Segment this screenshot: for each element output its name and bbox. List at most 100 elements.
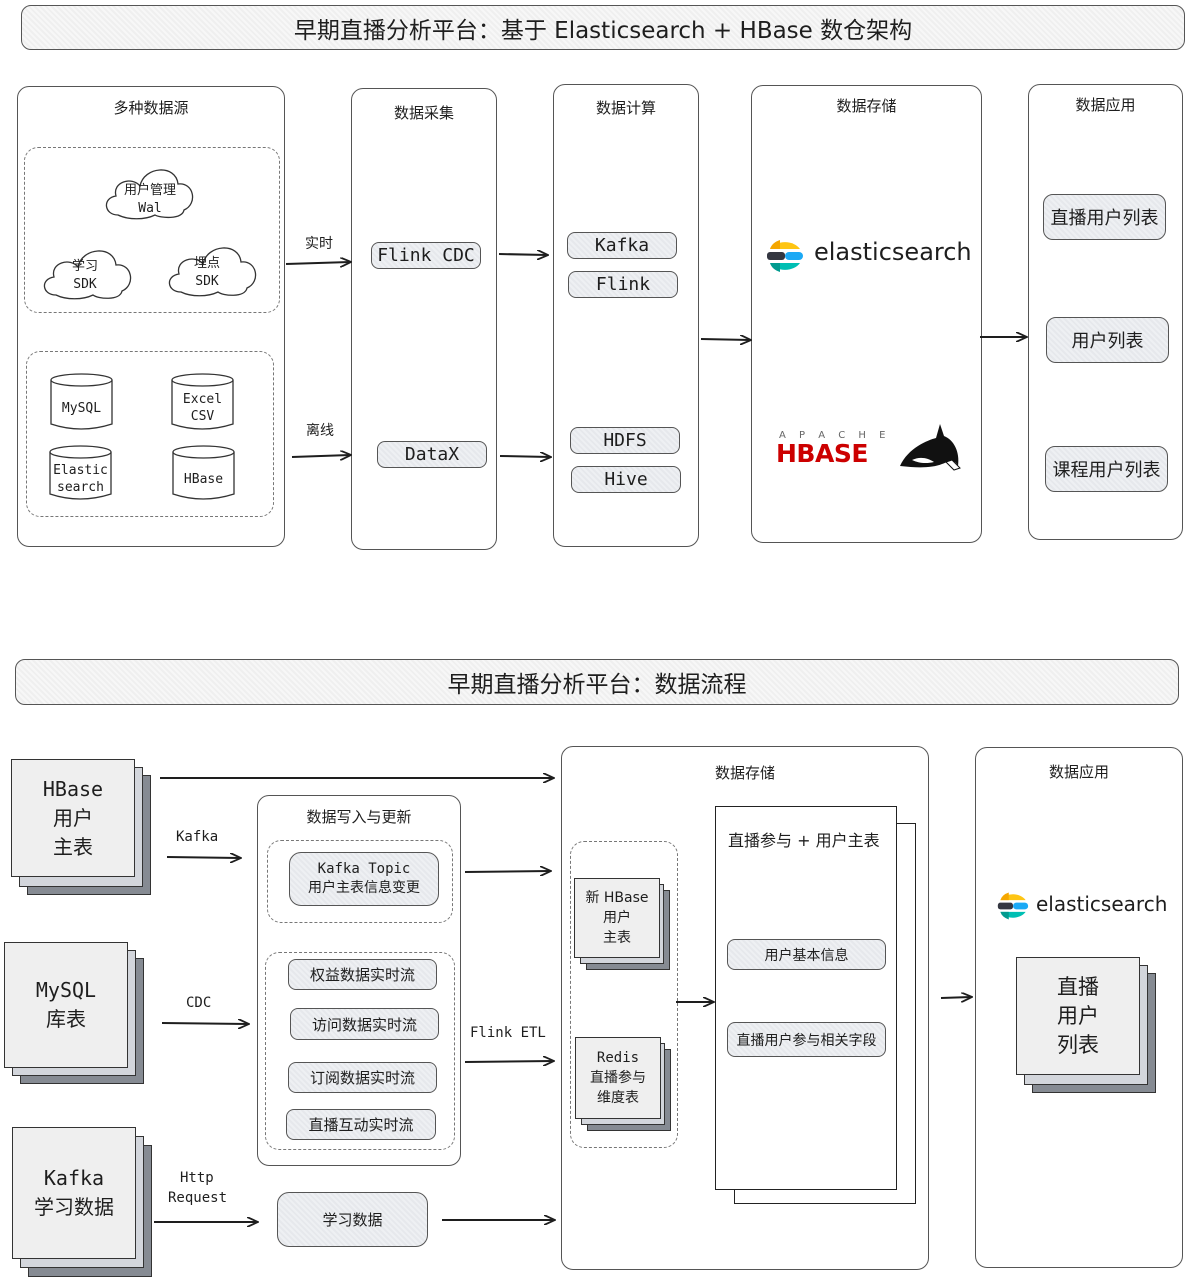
node-label: 用户基本信息 (764, 947, 849, 964)
arrow-storage-to-application (940, 997, 971, 998)
node-label: Flink CDC (377, 245, 475, 266)
cloud-tracking-sdk: 埋点 SDK (172, 255, 242, 291)
field-live-participation[interactable]: 直播用户参与相关字段 (727, 1022, 886, 1057)
source-kafka-learning: Kafka 学习数据 (12, 1127, 152, 1277)
db-hbase: HBase (172, 444, 235, 502)
result-live-user-list: 直播 用户 列表 (1016, 957, 1156, 1093)
label-http: Http (180, 1170, 214, 1186)
compute-title: 数据计算 (595, 99, 656, 117)
cloud-learning-sdk: 学习 SDK (50, 258, 120, 294)
stack-line1: 新 HBase (585, 890, 649, 906)
db-line2: search (57, 480, 104, 495)
app-course-user-list[interactable]: 课程用户列表 (1045, 446, 1168, 492)
stack-line2: 用户 (1057, 1003, 1099, 1028)
arrow-realtime (285, 262, 350, 264)
table-redis-dimension: Redis 直播参与 维度表 (575, 1037, 671, 1131)
node-label: 权益数据实时流 (309, 966, 415, 984)
joined-table-title: 直播参与 + 用户主表 (728, 831, 880, 850)
stack-line2: 用户 (603, 910, 631, 926)
cloud-line1: 埋点 (193, 256, 220, 271)
application-title: 数据应用 (1075, 96, 1136, 114)
joined-table: 直播参与 + 用户主表 (715, 806, 897, 1190)
stack-line2: 库表 (46, 1007, 86, 1031)
arrow-compute-to-storage (700, 339, 750, 340)
collection-title: 数据采集 (393, 104, 454, 122)
hdfs-node[interactable]: HDFS (570, 427, 680, 454)
top-section-title: 早期直播分析平台：基于 Elasticsearch + HBase 数仓架构 (21, 5, 1185, 50)
db-elasticsearch: Elastic search (49, 444, 112, 502)
flink-node[interactable]: Flink (568, 271, 678, 298)
stack-front: Kafka 学习数据 (12, 1127, 136, 1259)
node-label: 课程用户列表 (1052, 460, 1161, 481)
db-line2: CSV (190, 409, 215, 424)
db-label: HBase (172, 460, 235, 498)
arrow-offline (291, 455, 350, 457)
field-user-basic[interactable]: 用户基本信息 (727, 939, 886, 970)
sources-title: 多种数据源 (113, 99, 189, 117)
hbase-logo: A P A C H E HBASE (776, 422, 966, 474)
stack-line3: 维度表 (597, 1090, 639, 1106)
elasticsearch-wordmark: elasticsearch (814, 238, 972, 266)
storage-panel: 数据存储 (751, 85, 982, 543)
stream-visits[interactable]: 访问数据实时流 (290, 1008, 439, 1040)
stream-rights[interactable]: 权益数据实时流 (288, 959, 437, 990)
label-offline: 离线 (306, 423, 334, 439)
node-label: 用户列表 (1071, 331, 1144, 352)
cloud-line1: 学习 (71, 259, 98, 274)
node-label: 访问数据实时流 (311, 1015, 417, 1034)
db-label: Elastic search (49, 460, 112, 498)
stack-line1: MySQL (35, 978, 97, 1002)
stack-front: HBase 用户 主表 (11, 759, 135, 877)
stack-line3: 列表 (1057, 1032, 1099, 1057)
app-user-list[interactable]: 用户列表 (1046, 317, 1169, 363)
write-update-title: 数据写入与更新 (306, 808, 412, 826)
node-label: Kafka (594, 235, 650, 256)
stack-line1: Kafka (43, 1166, 105, 1190)
stack-line1: HBase (42, 776, 104, 801)
collection-panel: 数据采集 (351, 88, 497, 550)
stream-live-interactions[interactable]: 直播互动实时流 (286, 1109, 436, 1140)
node-label: Flink (595, 274, 651, 295)
stack-line3: 主表 (603, 930, 631, 946)
node-label: HDFS (603, 430, 647, 451)
arrow-topic-to-storage (464, 871, 550, 872)
stack-line2: 用户 (53, 805, 93, 830)
db-line1: HBase (183, 471, 224, 487)
storage-title: 数据存储 (836, 97, 897, 115)
source-mysql-tables: MySQL 库表 (4, 942, 144, 1086)
stream-subscriptions[interactable]: 订阅数据实时流 (288, 1062, 437, 1093)
node-label: 直播用户参与相关字段 (736, 1032, 877, 1049)
db-line1: MySQL (61, 400, 102, 416)
node-label: 学习数据 (322, 1211, 383, 1229)
datax-node[interactable]: DataX (377, 441, 487, 468)
orca-icon (900, 424, 961, 471)
node-label: Hive (604, 469, 648, 490)
arrow-kafka (166, 857, 240, 858)
node-label: DataX (404, 444, 460, 465)
hbase-wordmark: HBASE (776, 439, 868, 468)
stack-line2: 学习数据 (34, 1195, 114, 1219)
db-mysql: MySQL (50, 372, 113, 432)
source-hbase-user-table: HBase 用户 主表 (11, 759, 151, 895)
elasticsearch-wordmark: elasticsearch (1036, 892, 1168, 916)
stack-line3: 主表 (53, 834, 93, 859)
learning-data-node[interactable]: 学习数据 (277, 1192, 428, 1247)
cloud-user-mgmt: 用户管理 Wal (110, 182, 190, 218)
label-request: Request (168, 1190, 228, 1206)
bottom-storage-title: 数据存储 (714, 764, 775, 782)
stack-line1: 直播 (1057, 974, 1099, 999)
bottom-application-title: 数据应用 (1048, 763, 1109, 781)
hive-node[interactable]: Hive (571, 466, 681, 493)
node-label: 直播互动实时流 (308, 1116, 414, 1134)
stack-front: 直播 用户 列表 (1016, 957, 1140, 1075)
kafka-topic-node[interactable]: Kafka Topic 用户主表信息变更 (289, 852, 439, 906)
db-excel-csv: Excel CSV (171, 372, 234, 432)
app-live-user-list[interactable]: 直播用户列表 (1043, 194, 1166, 240)
stack-front: MySQL 库表 (4, 942, 128, 1068)
label-kafka: Kafka (176, 829, 219, 845)
bottom-title-text: 早期直播分析平台：数据流程 (447, 672, 747, 698)
kafka-node[interactable]: Kafka (567, 232, 677, 259)
flink-cdc-node[interactable]: Flink CDC (371, 242, 481, 269)
arrow-datax-to-compute (499, 456, 550, 457)
label-realtime: 实时 (305, 236, 333, 252)
